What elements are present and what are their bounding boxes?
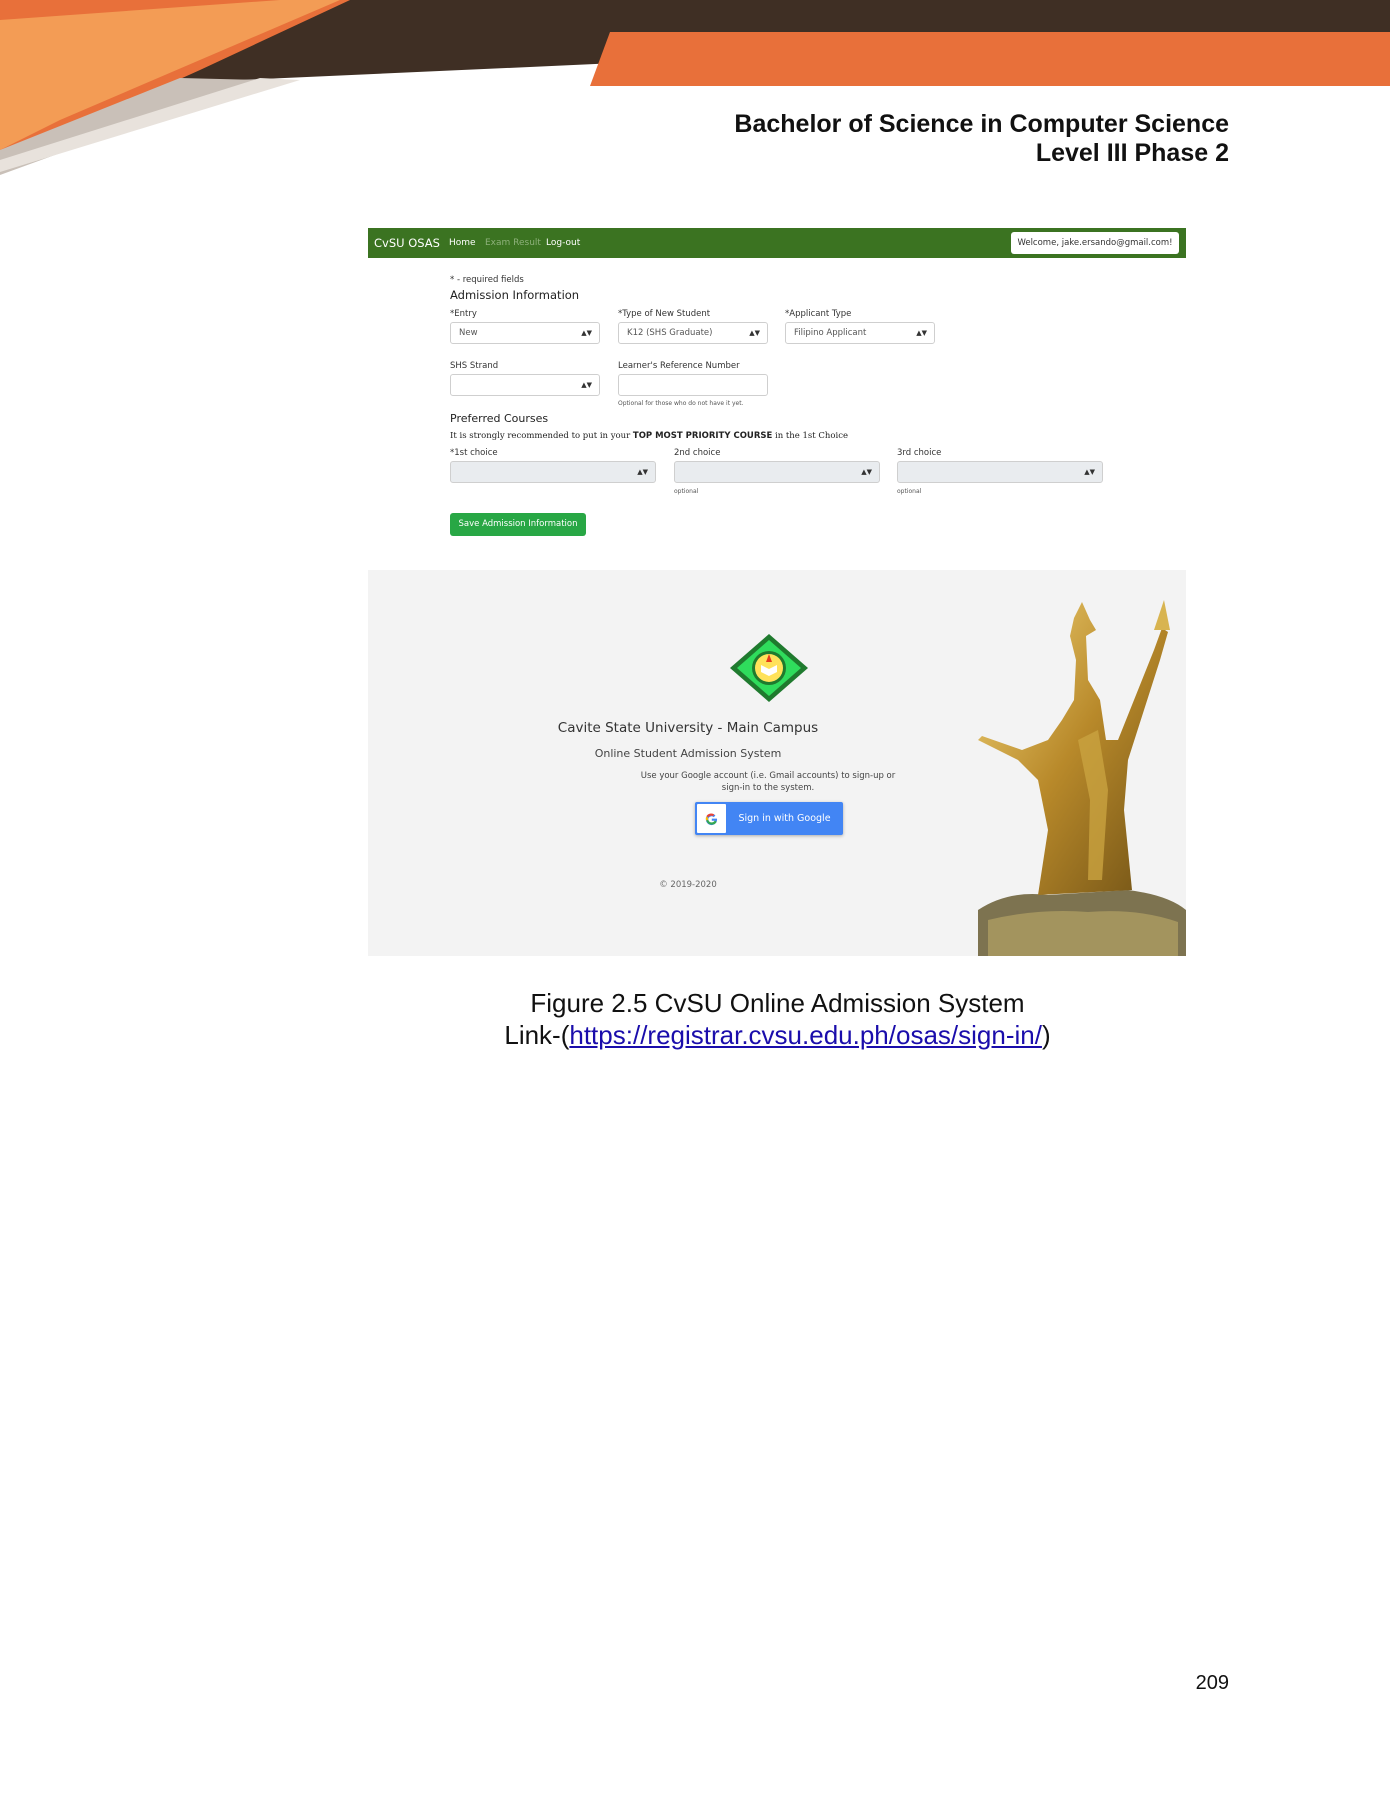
save-admission-button[interactable]: Save Admission Information: [450, 513, 586, 536]
recommend-text: It is strongly recommended to put in you…: [450, 431, 848, 441]
nav-home[interactable]: Home: [449, 238, 476, 248]
select-caret-icon: ▲▼: [581, 381, 592, 389]
page-number: 209: [1195, 1672, 1229, 1694]
figure-link[interactable]: https://registrar.cvsu.edu.ph/osas/sign-…: [569, 1020, 1042, 1050]
signin-instruction: Use your Google account (i.e. Gmail acco…: [640, 771, 896, 793]
statue-image: [978, 600, 1186, 956]
recommend-bold: TOP MOST PRIORITY COURSE: [632, 431, 773, 441]
applicant-value: Filipino Applicant: [794, 328, 867, 338]
welcome-badge[interactable]: Welcome, jake.ersando@gmail.com!: [1011, 232, 1179, 254]
figure-link-line: Link-(https://registrar.cvsu.edu.ph/osas…: [0, 1020, 1390, 1051]
strand-label: SHS Strand: [450, 361, 499, 371]
select-caret-icon: ▲▼: [916, 329, 927, 337]
navbar-brand[interactable]: CvSU OSAS: [374, 236, 440, 250]
select-caret-icon: ▲▼: [749, 329, 760, 337]
recommend-post: in the 1st Choice: [772, 431, 849, 441]
google-signin-button[interactable]: Sign in with Google: [695, 802, 843, 835]
type-value: K12 (SHS Graduate): [627, 328, 713, 338]
choice3-optional: optional: [897, 488, 922, 495]
choice1-select[interactable]: ▲▼: [450, 461, 656, 483]
link-suffix: ): [1041, 1020, 1051, 1050]
select-caret-icon: ▲▼: [1084, 468, 1095, 476]
applicant-label: *Applicant Type: [785, 309, 852, 319]
entry-value: New: [459, 328, 478, 338]
google-signin-label: Sign in with Google: [738, 813, 831, 824]
link-prefix: Link-(: [504, 1020, 570, 1050]
type-label: *Type of New Student: [618, 309, 711, 319]
figure-caption: Figure 2.5 CvSU Online Admission System: [530, 988, 1025, 1018]
preferred-courses-title: Preferred Courses: [450, 412, 549, 425]
choice1-label: *1st choice: [450, 448, 498, 458]
entry-select[interactable]: New ▲▼: [450, 322, 600, 344]
lrn-help: Optional for those who do not have it ye…: [618, 400, 744, 407]
choice3-label: 3rd choice: [897, 448, 942, 458]
select-caret-icon: ▲▼: [861, 468, 872, 476]
strand-select[interactable]: ▲▼: [450, 374, 600, 396]
google-logo-icon: [697, 804, 726, 833]
select-caret-icon: ▲▼: [637, 468, 648, 476]
type-select[interactable]: K12 (SHS Graduate) ▲▼: [618, 322, 768, 344]
navbar: CvSU OSAS Home Exam Result Log-out Welco…: [368, 228, 1186, 258]
university-name: Cavite State University - Main Campus: [557, 720, 819, 736]
admission-form-screenshot: CvSU OSAS Home Exam Result Log-out Welco…: [368, 228, 1186, 542]
choice3-select[interactable]: ▲▼: [897, 461, 1103, 483]
system-name: Online Student Admission System: [594, 747, 782, 760]
choice2-label: 2nd choice: [674, 448, 721, 458]
signin-screenshot: Cavite State University - Main Campus On…: [368, 570, 1186, 956]
choice2-select[interactable]: ▲▼: [674, 461, 880, 483]
recommend-pre: It is strongly recommended to put in you…: [450, 431, 633, 441]
nav-logout[interactable]: Log-out: [546, 238, 580, 248]
required-note: * - required fields: [450, 275, 524, 285]
heading-line-2: Level III Phase 2: [1035, 139, 1229, 167]
lrn-label: Learner's Reference Number: [618, 361, 740, 371]
applicant-select[interactable]: Filipino Applicant ▲▼: [785, 322, 935, 344]
admission-info-title: Admission Information: [450, 288, 580, 302]
copyright: © 2019-2020: [659, 880, 717, 890]
nav-exam-result[interactable]: Exam Result: [485, 238, 541, 248]
lrn-input[interactable]: [618, 374, 768, 396]
document-heading: Bachelor of Science in Computer Science …: [734, 110, 1229, 168]
choice2-optional: optional: [674, 488, 699, 495]
cvsu-logo-icon: [730, 634, 808, 702]
entry-label: *Entry: [450, 309, 477, 319]
heading-line-1: Bachelor of Science in Computer Science: [734, 110, 1229, 138]
select-caret-icon: ▲▼: [581, 329, 592, 337]
